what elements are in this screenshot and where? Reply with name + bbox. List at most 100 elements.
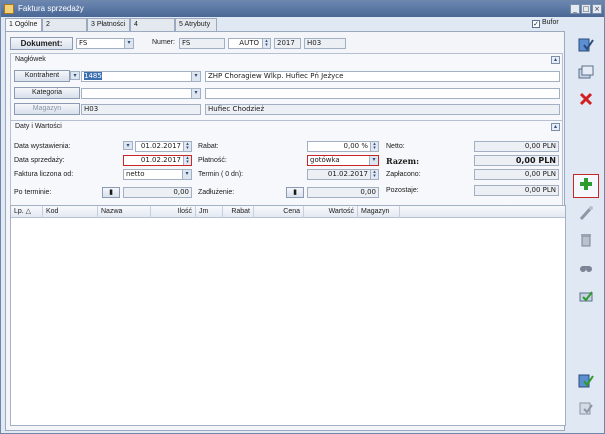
data-sprzedazy-field[interactable]: 01.02.2017 ▴ ▾ (123, 155, 192, 166)
column-header-nazwa[interactable]: Nazwa (98, 206, 151, 218)
kontrahent-code-field[interactable]: 1485 ▾ (81, 71, 201, 82)
zadluzenie-button[interactable]: ▮ (286, 187, 304, 198)
column-header-rabat[interactable]: Rabat (223, 206, 254, 218)
bufor-label: Bufor (542, 19, 559, 26)
dokument-button[interactable]: Dokument: (10, 37, 73, 50)
save-confirm-button[interactable] (573, 371, 599, 395)
kontrahent-code-value: 1485 (84, 72, 102, 80)
calculator-icon: ▮ (293, 189, 297, 196)
save-icon (578, 38, 594, 52)
window-title: Faktura sprzedaży (18, 4, 84, 13)
kategoria-desc-field[interactable] (205, 88, 560, 99)
save-button[interactable] (573, 35, 599, 59)
action-sidebar (570, 31, 604, 431)
close-window-button[interactable]: × (592, 4, 602, 14)
zaplacono-field: 0,00 PLN (474, 169, 559, 180)
zaplacono-label: Zapłacono: (386, 171, 421, 178)
tab-platnosci[interactable]: 3 Płatności (87, 18, 130, 31)
magazyn-code-field: H03 (81, 104, 201, 115)
rabat-value: 0,00 % (343, 142, 368, 150)
numer-mode-field[interactable]: AUTO ▴ ▾ (228, 38, 271, 49)
kontrahent-button[interactable]: Kontrahent (14, 70, 70, 82)
platnosc-value: gotówka (310, 156, 340, 164)
naglowek-title: Nagłówek (15, 56, 46, 63)
spinner-icon[interactable]: ▴ ▾ (370, 142, 378, 151)
termin-field: 01.02.2017 ▴ ▾ (307, 169, 379, 180)
kategoria-button[interactable]: Kategoria (14, 87, 80, 99)
copy-button[interactable] (573, 62, 599, 86)
tab-ogolne[interactable]: 1 Ogólne (5, 18, 42, 31)
numer-suffix-field: H03 (304, 38, 346, 49)
pozostaje-label: Pozostaje: (386, 187, 419, 194)
chevron-down-icon[interactable]: ▾ (191, 89, 200, 98)
po-terminie-field: 0,00 (123, 187, 192, 198)
po-terminie-label: Po terminie: (14, 189, 52, 196)
platnosc-label: Płatność: (198, 157, 227, 164)
bufor-checkbox[interactable]: ✓ (532, 20, 540, 28)
print-button[interactable] (573, 286, 599, 310)
add-icon (580, 178, 592, 190)
column-header-magazyn[interactable]: Magazyn (358, 206, 400, 218)
spinner-icon[interactable]: ▴ ▾ (370, 170, 378, 179)
chevron-down-icon[interactable]: ▾ (70, 71, 80, 80)
cancel-button[interactable] (573, 89, 599, 113)
data-sprzedazy-value: 01.02.2017 (140, 156, 181, 164)
chevron-down-icon[interactable]: ▾ (124, 39, 133, 48)
kategoria-field[interactable]: ▾ (81, 88, 201, 99)
tab-kontrahent[interactable]: 2 Kontrahent (42, 18, 87, 39)
rabat-field[interactable]: 0,00 % ▴ ▾ (307, 141, 379, 152)
column-header-kod[interactable]: Kod (43, 206, 98, 218)
column-header-ilosc[interactable]: Ilość (151, 206, 196, 218)
column-header-wartosc[interactable]: Wartość (304, 206, 358, 218)
numer-year-field: 2017 (274, 38, 301, 49)
column-header-lp[interactable]: Lp. △ (11, 206, 43, 218)
document-type-select[interactable]: FS ▾ (76, 38, 134, 49)
termin-label: Termin ( 0 dn): (198, 171, 244, 178)
delete-item-button[interactable] (573, 230, 599, 254)
razem-field: 0,00 PLN (474, 155, 559, 166)
magazyn-button[interactable]: Magazyn (14, 103, 80, 115)
collapse-icon[interactable]: ▴ (551, 56, 560, 64)
save-confirm-icon (578, 374, 594, 388)
print-doc-icon (579, 402, 593, 415)
print-document-button[interactable] (573, 398, 599, 422)
numer-prefix-field: FS (179, 38, 225, 49)
tab-dokumenty[interactable]: 4 Dokumenty (130, 18, 175, 39)
platnosc-select[interactable]: gotówka ▾ (307, 155, 379, 166)
column-header-jm[interactable]: Jm (196, 206, 223, 218)
minimize-button[interactable]: _ (570, 4, 580, 14)
faktura-liczona-select[interactable]: netto ▾ (123, 169, 192, 180)
calculator-button[interactable]: ▮ (102, 187, 120, 198)
magazyn-name-field: Hufiec Chodzież (205, 104, 560, 115)
column-header-cena[interactable]: Cena (254, 206, 304, 218)
spinner-icon[interactable]: ▴ ▾ (183, 142, 191, 151)
preview-icon (580, 266, 592, 272)
chevron-down-icon[interactable]: ▾ (369, 156, 378, 165)
chevron-down-icon[interactable]: ▾ (182, 170, 191, 179)
maximize-button[interactable]: □ (581, 4, 591, 14)
items-table[interactable]: Lp. △ Kod Nazwa Ilość Jm Rabat Cena Wart… (10, 205, 566, 426)
kontrahent-name-field[interactable]: ZHP Choragiew Wlkp. Hufiec Pń Jeżyce (205, 71, 560, 82)
daty-title: Daty i Wartości (15, 123, 62, 130)
print-icon (579, 291, 593, 302)
tab-atrybuty[interactable]: 5 Atrybuty (175, 18, 217, 31)
window: Faktura sprzedaży _ □ × 1 Ogólne 2 Kontr… (0, 0, 605, 434)
chevron-down-icon[interactable]: ▾ (123, 141, 133, 150)
edit-item-button[interactable] (573, 203, 599, 227)
collapse-icon[interactable]: ▴ (551, 123, 560, 131)
title-bar[interactable]: Faktura sprzedaży _ □ × (1, 1, 604, 17)
document-type-value: FS (79, 39, 88, 47)
delete-icon (581, 234, 591, 247)
chevron-down-icon[interactable]: ▾ (191, 72, 200, 81)
preview-button[interactable] (573, 258, 599, 282)
zadluzenie-field: 0,00 (307, 187, 379, 198)
spinner-icon[interactable]: ▴ ▾ (262, 39, 270, 48)
data-wystawienia-label: Data wystawienia: (14, 143, 71, 150)
add-item-button[interactable] (573, 174, 599, 198)
netto-label: Netto: (386, 143, 405, 150)
faktura-liczona-label: Faktura liczona od: (14, 171, 74, 178)
spinner-icon[interactable]: ▴ ▾ (183, 156, 191, 165)
close-icon (579, 92, 593, 106)
copy-icon (578, 65, 594, 79)
data-wystawienia-field[interactable]: 01.02.2017 ▴ ▾ (135, 141, 192, 152)
